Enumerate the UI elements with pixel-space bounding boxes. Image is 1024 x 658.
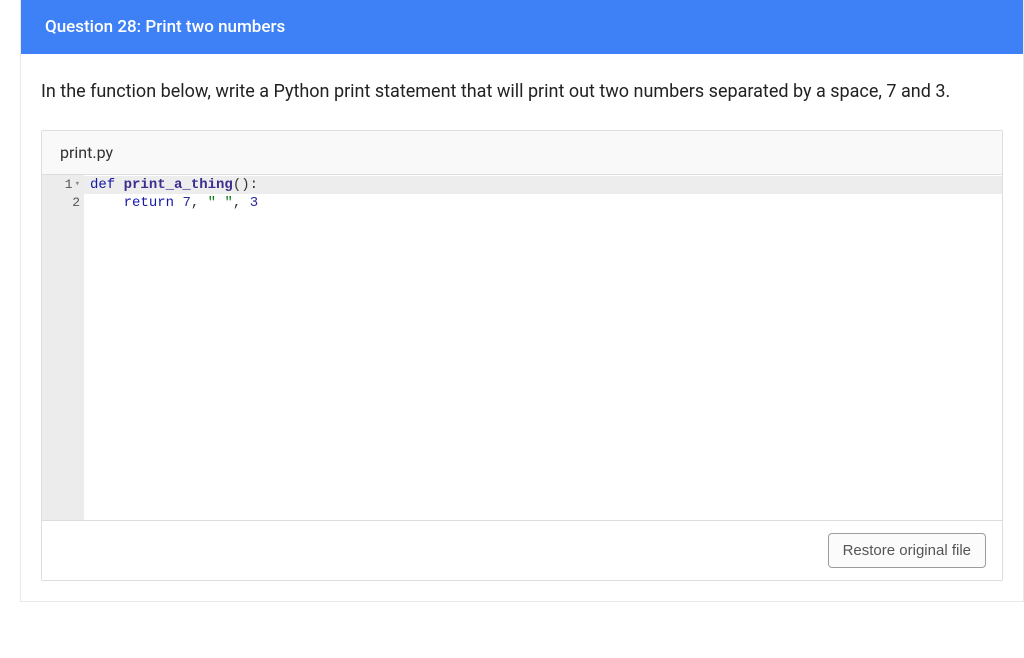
fold-arrow-icon[interactable]: ▾ [75,180,80,189]
code-editor[interactable]: 1 ▾ 2 def print_a_thing(): return 7, " "… [42,175,1002,520]
question-content: In the function below, write a Python pr… [21,54,1023,601]
editor-tab-filename[interactable]: print.py [42,131,131,174]
code-line-1[interactable]: def print_a_thing(): [84,176,1002,194]
question-prompt: In the function below, write a Python pr… [41,78,1003,106]
comma: , [233,195,250,211]
number-literal: 7 [182,195,190,211]
editor-tabbar: print.py [42,131,1002,175]
parens-colon: (): [233,177,258,193]
function-name: print_a_thing [124,177,233,193]
indent [90,195,124,211]
gutter-line-1: 1 ▾ [42,176,84,194]
number-literal: 3 [250,195,258,211]
code-line-2[interactable]: return 7, " ", 3 [84,194,1002,212]
question-card: Question 28: Print two numbers In the fu… [20,0,1024,602]
restore-original-button[interactable]: Restore original file [828,533,986,568]
keyword-return: return [124,195,174,211]
question-header: Question 28: Print two numbers [21,0,1023,54]
gutter-line-2: 2 [42,194,84,212]
line-number: 1 [65,176,73,194]
code-text-area[interactable]: def print_a_thing(): return 7, " ", 3 [84,175,1002,520]
comma: , [191,195,208,211]
line-number: 2 [72,194,80,212]
editor-gutter: 1 ▾ 2 [42,175,84,520]
question-title: Question 28: Print two numbers [45,17,285,37]
code-editor-panel: print.py 1 ▾ 2 def print_a_thing(): retu… [41,130,1003,581]
editor-footer: Restore original file [42,520,1002,580]
string-literal: " " [208,195,233,211]
keyword-def: def [90,177,124,193]
